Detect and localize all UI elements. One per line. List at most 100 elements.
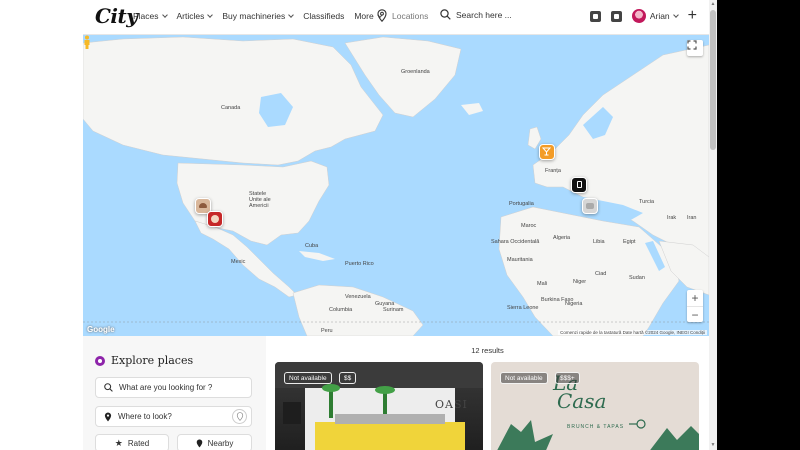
- cocktail-icon: [541, 147, 552, 156]
- location-marker-icon: [95, 355, 105, 366]
- nav-classifieds-label: Classifieds: [303, 11, 345, 21]
- explore-title-text: Explore places: [111, 354, 194, 367]
- nav-articles[interactable]: Articles: [176, 11, 214, 21]
- results-count: 12 results: [471, 346, 504, 355]
- nearby-label: Nearby: [207, 438, 234, 448]
- zoom-in-button[interactable]: +: [687, 290, 703, 306]
- zoom-control: + −: [687, 290, 703, 322]
- top-header: City Places Articles Buy machineries Cla…: [83, 0, 709, 35]
- fullscreen-icon: [687, 40, 697, 50]
- search-icon: [440, 9, 451, 20]
- scrollbar-thumb[interactable]: [710, 10, 716, 150]
- inbox-icon[interactable]: [610, 10, 622, 22]
- map-label-puerto-rico: Puerto Rico: [345, 261, 374, 267]
- chevron-down-icon: [288, 12, 295, 18]
- map-label-turkey: Turcia: [639, 199, 655, 205]
- map-label-iran: Iran: [687, 215, 697, 221]
- nav-more-label: More: [354, 11, 374, 21]
- star-icon: ★: [114, 437, 123, 448]
- user-menu[interactable]: Arian: [649, 11, 679, 21]
- street-view-pegman-icon[interactable]: [83, 35, 91, 49]
- where-input[interactable]: [118, 412, 228, 421]
- map-label-sierra: Sierra Leone: [507, 305, 539, 311]
- location-pin-icon: [196, 439, 202, 447]
- map-label-cuba: Cuba: [305, 243, 319, 249]
- map-label-colombia: Columbia: [329, 307, 353, 313]
- availability-badge: Not available: [284, 372, 332, 384]
- map-label-peru: Peru: [321, 328, 333, 334]
- avatar[interactable]: [631, 9, 646, 23]
- restaurant-icon: [211, 215, 219, 223]
- store-sign: OASI: [435, 398, 468, 411]
- where-field[interactable]: [95, 406, 252, 427]
- what-field[interactable]: [95, 377, 252, 398]
- result-card[interactable]: La Casa BRUNCH & TAPAS Not available $$$…: [491, 362, 699, 450]
- map-label-greenland: Groenlanda: [401, 69, 430, 75]
- location-pin-icon: [236, 412, 243, 421]
- what-input[interactable]: [119, 383, 229, 392]
- map-label-burkina: Burkina Faso: [541, 297, 574, 303]
- search-label: Search here ...: [456, 9, 512, 20]
- document-icon[interactable]: [589, 10, 601, 22]
- map-attribution[interactable]: Comenzi rapide de la tastatură Date hart…: [558, 330, 707, 335]
- map-marker-orange[interactable]: [539, 144, 555, 160]
- scroll-down-arrow-icon[interactable]: ▼: [710, 442, 716, 448]
- map-label-canada: Canada: [221, 105, 241, 111]
- map-label-iraq: Irak: [667, 215, 677, 221]
- map-label-morocco: Maroc: [521, 223, 537, 229]
- map-label-niger: Niger: [573, 279, 587, 285]
- map-label-sahara: Sahara Occidentală: [491, 239, 540, 245]
- map-label-chad: Ciad: [595, 271, 607, 277]
- chevron-down-icon: [207, 12, 214, 18]
- nav-articles-label: Articles: [176, 11, 205, 21]
- nav-classifieds[interactable]: Classifieds: [303, 11, 344, 21]
- locations-button[interactable]: Locations: [377, 9, 428, 22]
- user-name: Arian: [649, 11, 670, 21]
- map-marker-grey[interactable]: [582, 198, 598, 214]
- map-label-mauritania: Mauritania: [507, 257, 533, 263]
- nav-places[interactable]: Places: [133, 11, 168, 21]
- location-pin-icon: [377, 9, 387, 22]
- venue-icon: [586, 203, 594, 209]
- map-label-sudan: Sudan: [629, 275, 645, 281]
- map-marker-red[interactable]: [207, 211, 223, 227]
- scroll-up-arrow-icon[interactable]: ▲: [710, 1, 716, 7]
- map-label-algeria: Algeria: [553, 235, 571, 241]
- city-logo[interactable]: City: [95, 4, 138, 28]
- header-actions: Arian +: [589, 8, 697, 24]
- zoom-out-button[interactable]: −: [687, 306, 703, 322]
- nearby-filter-button[interactable]: Nearby: [177, 434, 252, 450]
- map-label-mali: Mali: [537, 281, 548, 287]
- explore-panel: Explore places ★ Rated Nearby: [83, 336, 266, 450]
- fullscreen-button[interactable]: [687, 40, 703, 56]
- map-label-mexico: Mexic: [231, 259, 246, 265]
- price-badge: $$: [339, 372, 357, 384]
- nav-places-label: Places: [133, 11, 159, 21]
- cafe-icon: [199, 203, 207, 208]
- price-badge: $$$+: [555, 372, 580, 384]
- map-label-usa: Statele Unite ale Americii: [249, 191, 271, 209]
- explore-title: Explore places: [95, 354, 193, 367]
- right-letterbox: [717, 0, 800, 450]
- map-marker-black[interactable]: [571, 177, 587, 193]
- rated-label: Rated: [127, 438, 150, 448]
- plus-icon[interactable]: +: [688, 8, 697, 24]
- location-pin-icon: [104, 412, 112, 421]
- locations-label: Locations: [392, 10, 429, 21]
- google-logo: Google: [87, 325, 115, 334]
- header-search[interactable]: Search here ...: [440, 9, 512, 20]
- rated-filter-button[interactable]: ★ Rated: [95, 434, 169, 450]
- store-icon: [576, 181, 582, 188]
- main-nav: Places Articles Buy machineries Classifi…: [133, 11, 383, 21]
- availability-badge: Not available: [500, 372, 548, 384]
- page-scrollbar[interactable]: ▲ ▼: [709, 0, 717, 450]
- map-canvas: [83, 36, 709, 336]
- results-panel: 12 results OASI Not available $$ La Casa…: [266, 336, 709, 450]
- world-map[interactable]: Groenlanda Canada Statele Unite ale Amer…: [83, 35, 709, 336]
- nav-buy-machineries[interactable]: Buy machineries: [222, 11, 295, 21]
- map-label-portugal: Portugalia: [509, 201, 534, 207]
- result-card[interactable]: OASI Not available $$: [275, 362, 483, 450]
- geolocate-button[interactable]: [232, 409, 247, 424]
- nav-buy-machineries-label: Buy machineries: [222, 11, 286, 21]
- map-label-venezuela: Venezuela: [345, 294, 371, 300]
